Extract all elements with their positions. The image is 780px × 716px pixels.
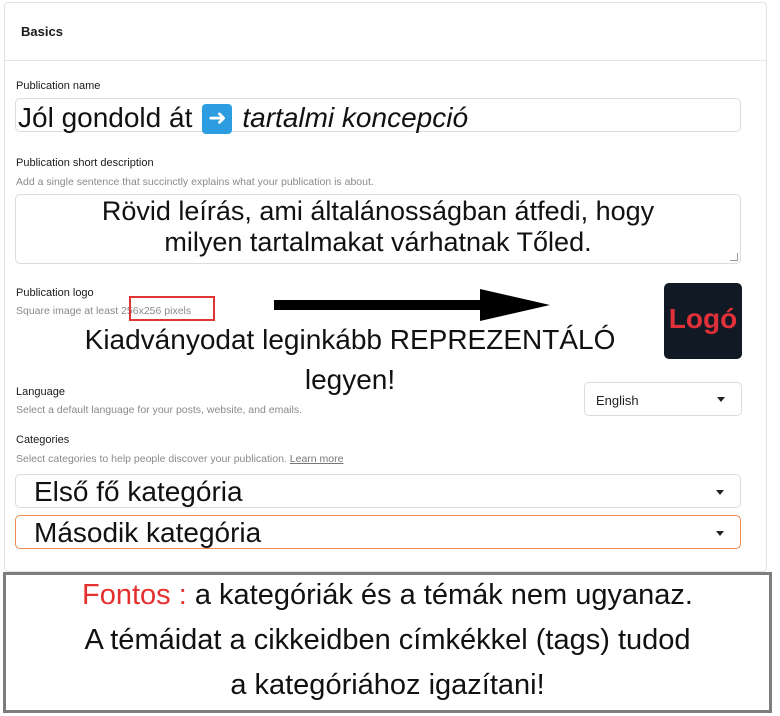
publication-name-label: Publication name — [16, 80, 101, 92]
annotation-line-1: Rövid leírás, ami általánosságban átfedi… — [101, 196, 655, 226]
learn-more-link[interactable]: Learn more — [290, 453, 344, 465]
short-description-label: Publication short description — [16, 157, 154, 169]
annotation-text: Jól gondold át — [18, 102, 193, 133]
language-help: Select a default language for your posts… — [16, 404, 303, 416]
primary-category-value: Első fő kategória — [34, 476, 243, 507]
logo-annotation: Kiadványodat leginkább REPREZENTÁLÓ legy… — [40, 320, 660, 400]
publication-logo-label: Publication logo — [16, 287, 94, 299]
categories-help: Select categories to help people discove… — [16, 453, 343, 465]
logo-tile-text: Logó — [668, 303, 738, 334]
note-prefix: Fontos : — [82, 579, 187, 611]
short-description-help: Add a single sentence that succinctly ex… — [16, 176, 374, 188]
note-line-3: a kategóriához igazítani! — [230, 669, 545, 701]
publication-name-annotation: Jól gondold át ➜ tartalmi koncepció — [18, 100, 468, 136]
primary-category-select[interactable]: Első fő kategória — [15, 474, 741, 508]
logo-annotation-line-2: legyen! — [304, 364, 396, 395]
logo-upload-tile[interactable]: Logó — [664, 283, 742, 359]
chevron-down-icon — [717, 397, 725, 402]
logo-annotation-line-1: Kiadványodat leginkább REPREZENTÁLÓ — [84, 324, 616, 355]
logo-help-prefix: Square image at least — [16, 305, 119, 317]
language-select[interactable]: English — [584, 382, 742, 416]
chevron-down-icon — [716, 531, 724, 536]
categories-label: Categories — [16, 434, 70, 446]
note-line-1-text: a kategóriák és a témák nem ugyanaz. — [186, 579, 693, 611]
card-header: Basics — [5, 3, 766, 61]
size-highlight-box — [129, 296, 215, 321]
chevron-down-icon — [716, 490, 724, 495]
section-title: Basics — [21, 24, 63, 39]
secondary-category-select[interactable]: Második kategória — [15, 515, 741, 549]
right-arrow-icon: ➜ — [202, 104, 233, 134]
annotation-line-2: milyen tartalmakat várhatnak Tőled. — [164, 227, 592, 257]
short-description-annotation: Rövid leírás, ami általánosságban átfedi… — [15, 196, 741, 258]
note-line-2: A témáidat a cikkeidben címkékkel (tags)… — [84, 624, 691, 656]
language-selected-value: English — [596, 393, 639, 408]
annotation-italic-text: tartalmi koncepció — [242, 102, 469, 133]
note-line-1: Fontos : a kategóriák és a témák nem ugy… — [6, 579, 769, 612]
categories-help-text: Select categories to help people discove… — [16, 453, 287, 465]
secondary-category-value: Második kategória — [34, 517, 262, 548]
language-label: Language — [16, 386, 65, 398]
big-arrow-icon — [274, 289, 550, 321]
note-box: Fontos : a kategóriák és a témák nem ugy… — [3, 572, 772, 713]
